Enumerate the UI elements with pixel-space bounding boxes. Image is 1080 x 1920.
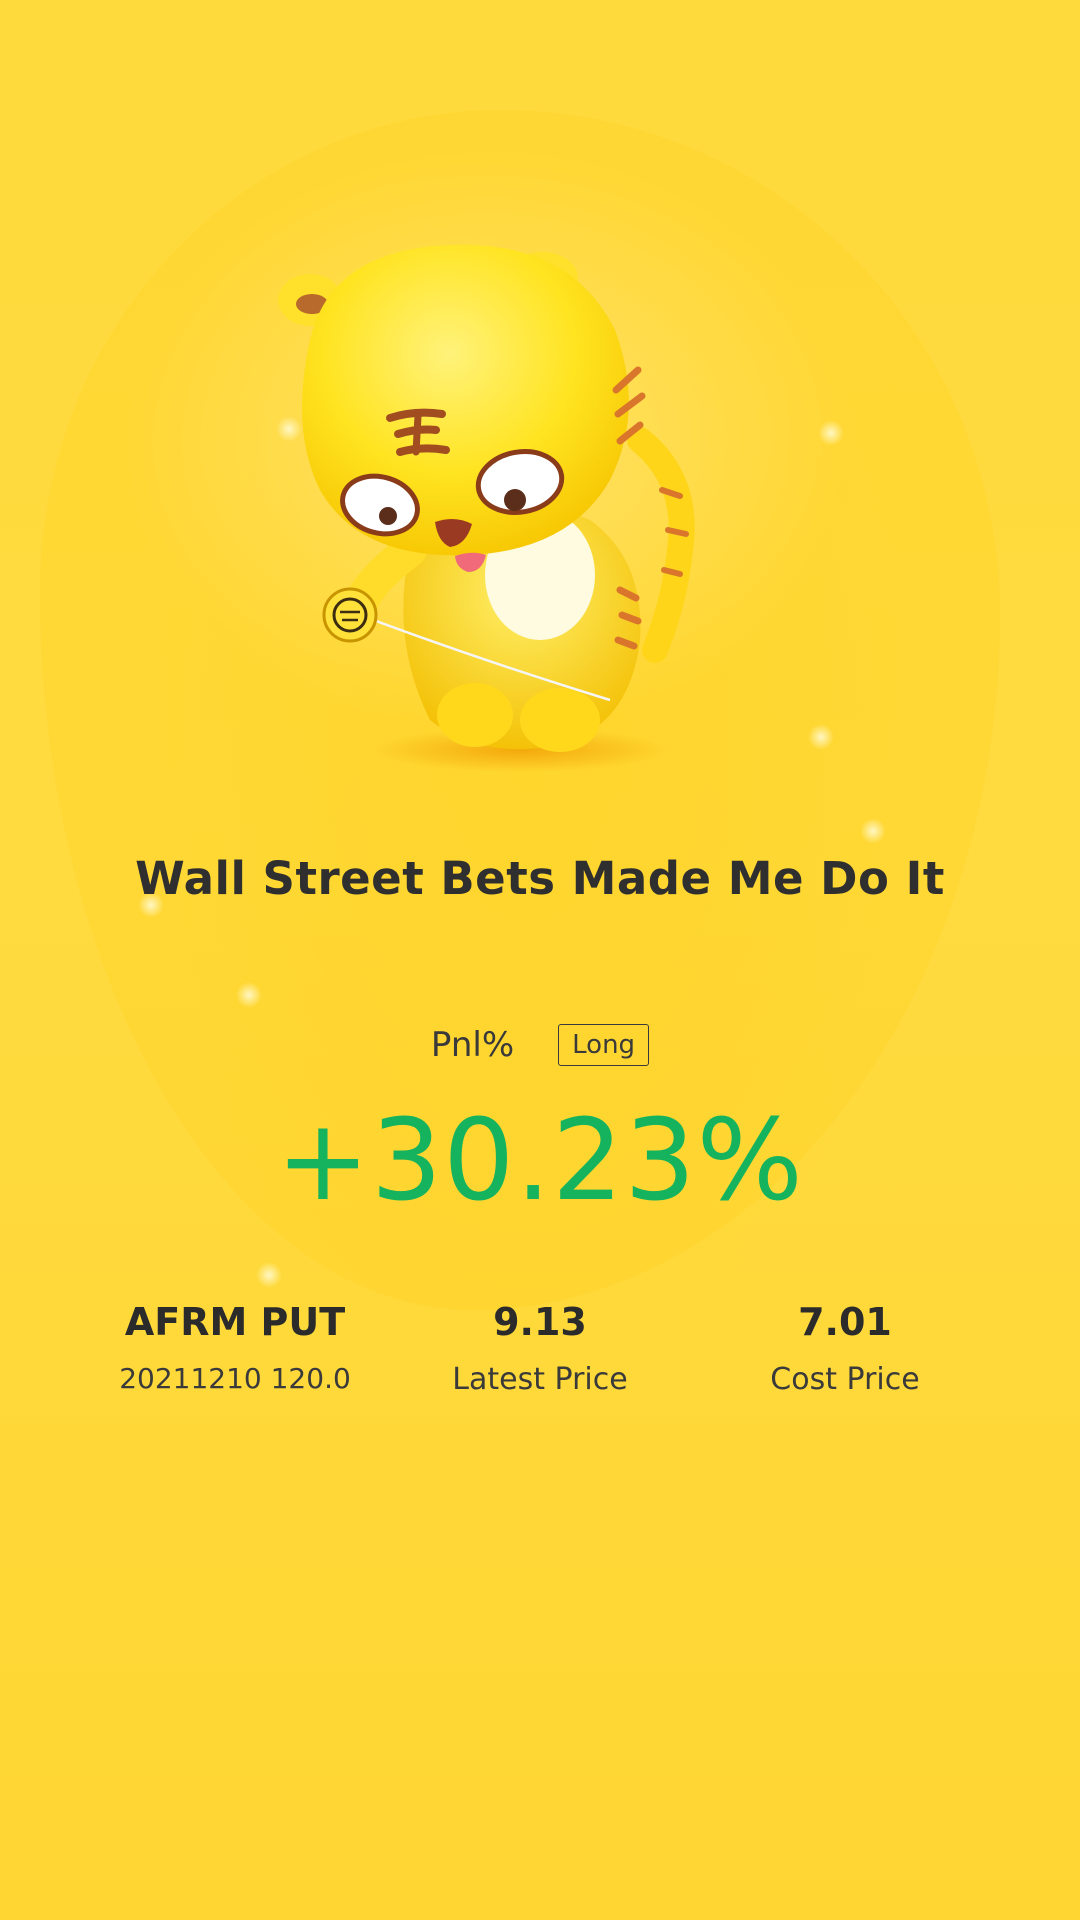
symbol-stat: AFRM PUT 20211210 120.0 [75,1300,395,1395]
sparkle-decoration [236,982,262,1008]
pnl-label: Pnl% [430,1025,515,1065]
option-symbol: AFRM PUT [124,1300,346,1344]
direction-badge: Long [558,1024,650,1066]
option-contract: 20211210 120.0 [119,1361,351,1395]
sparkle-decoration [256,1262,282,1288]
pnl-percentage: +30.23% [276,1096,804,1226]
cost-price-label: Cost Price [770,1361,920,1397]
pnl-header: Pnl% Long [0,1024,1080,1066]
sparkle-decoration [808,724,834,750]
cost-price-value: 7.01 [798,1300,892,1344]
latest-price-label: Latest Price [452,1361,628,1397]
sparkle-decoration [860,818,886,844]
position-stats: AFRM PUT 20211210 120.0 9.13 Latest Pric… [0,1300,1080,1430]
tiger-mascot-icon [278,244,695,772]
cost-price-stat: 7.01 Cost Price [685,1300,1005,1398]
post-title: Wall Street Bets Made Me Do It [135,852,945,905]
sparkle-decoration [818,420,844,446]
latest-price-value: 9.13 [493,1300,587,1344]
latest-price-stat: 9.13 Latest Price [380,1300,700,1398]
